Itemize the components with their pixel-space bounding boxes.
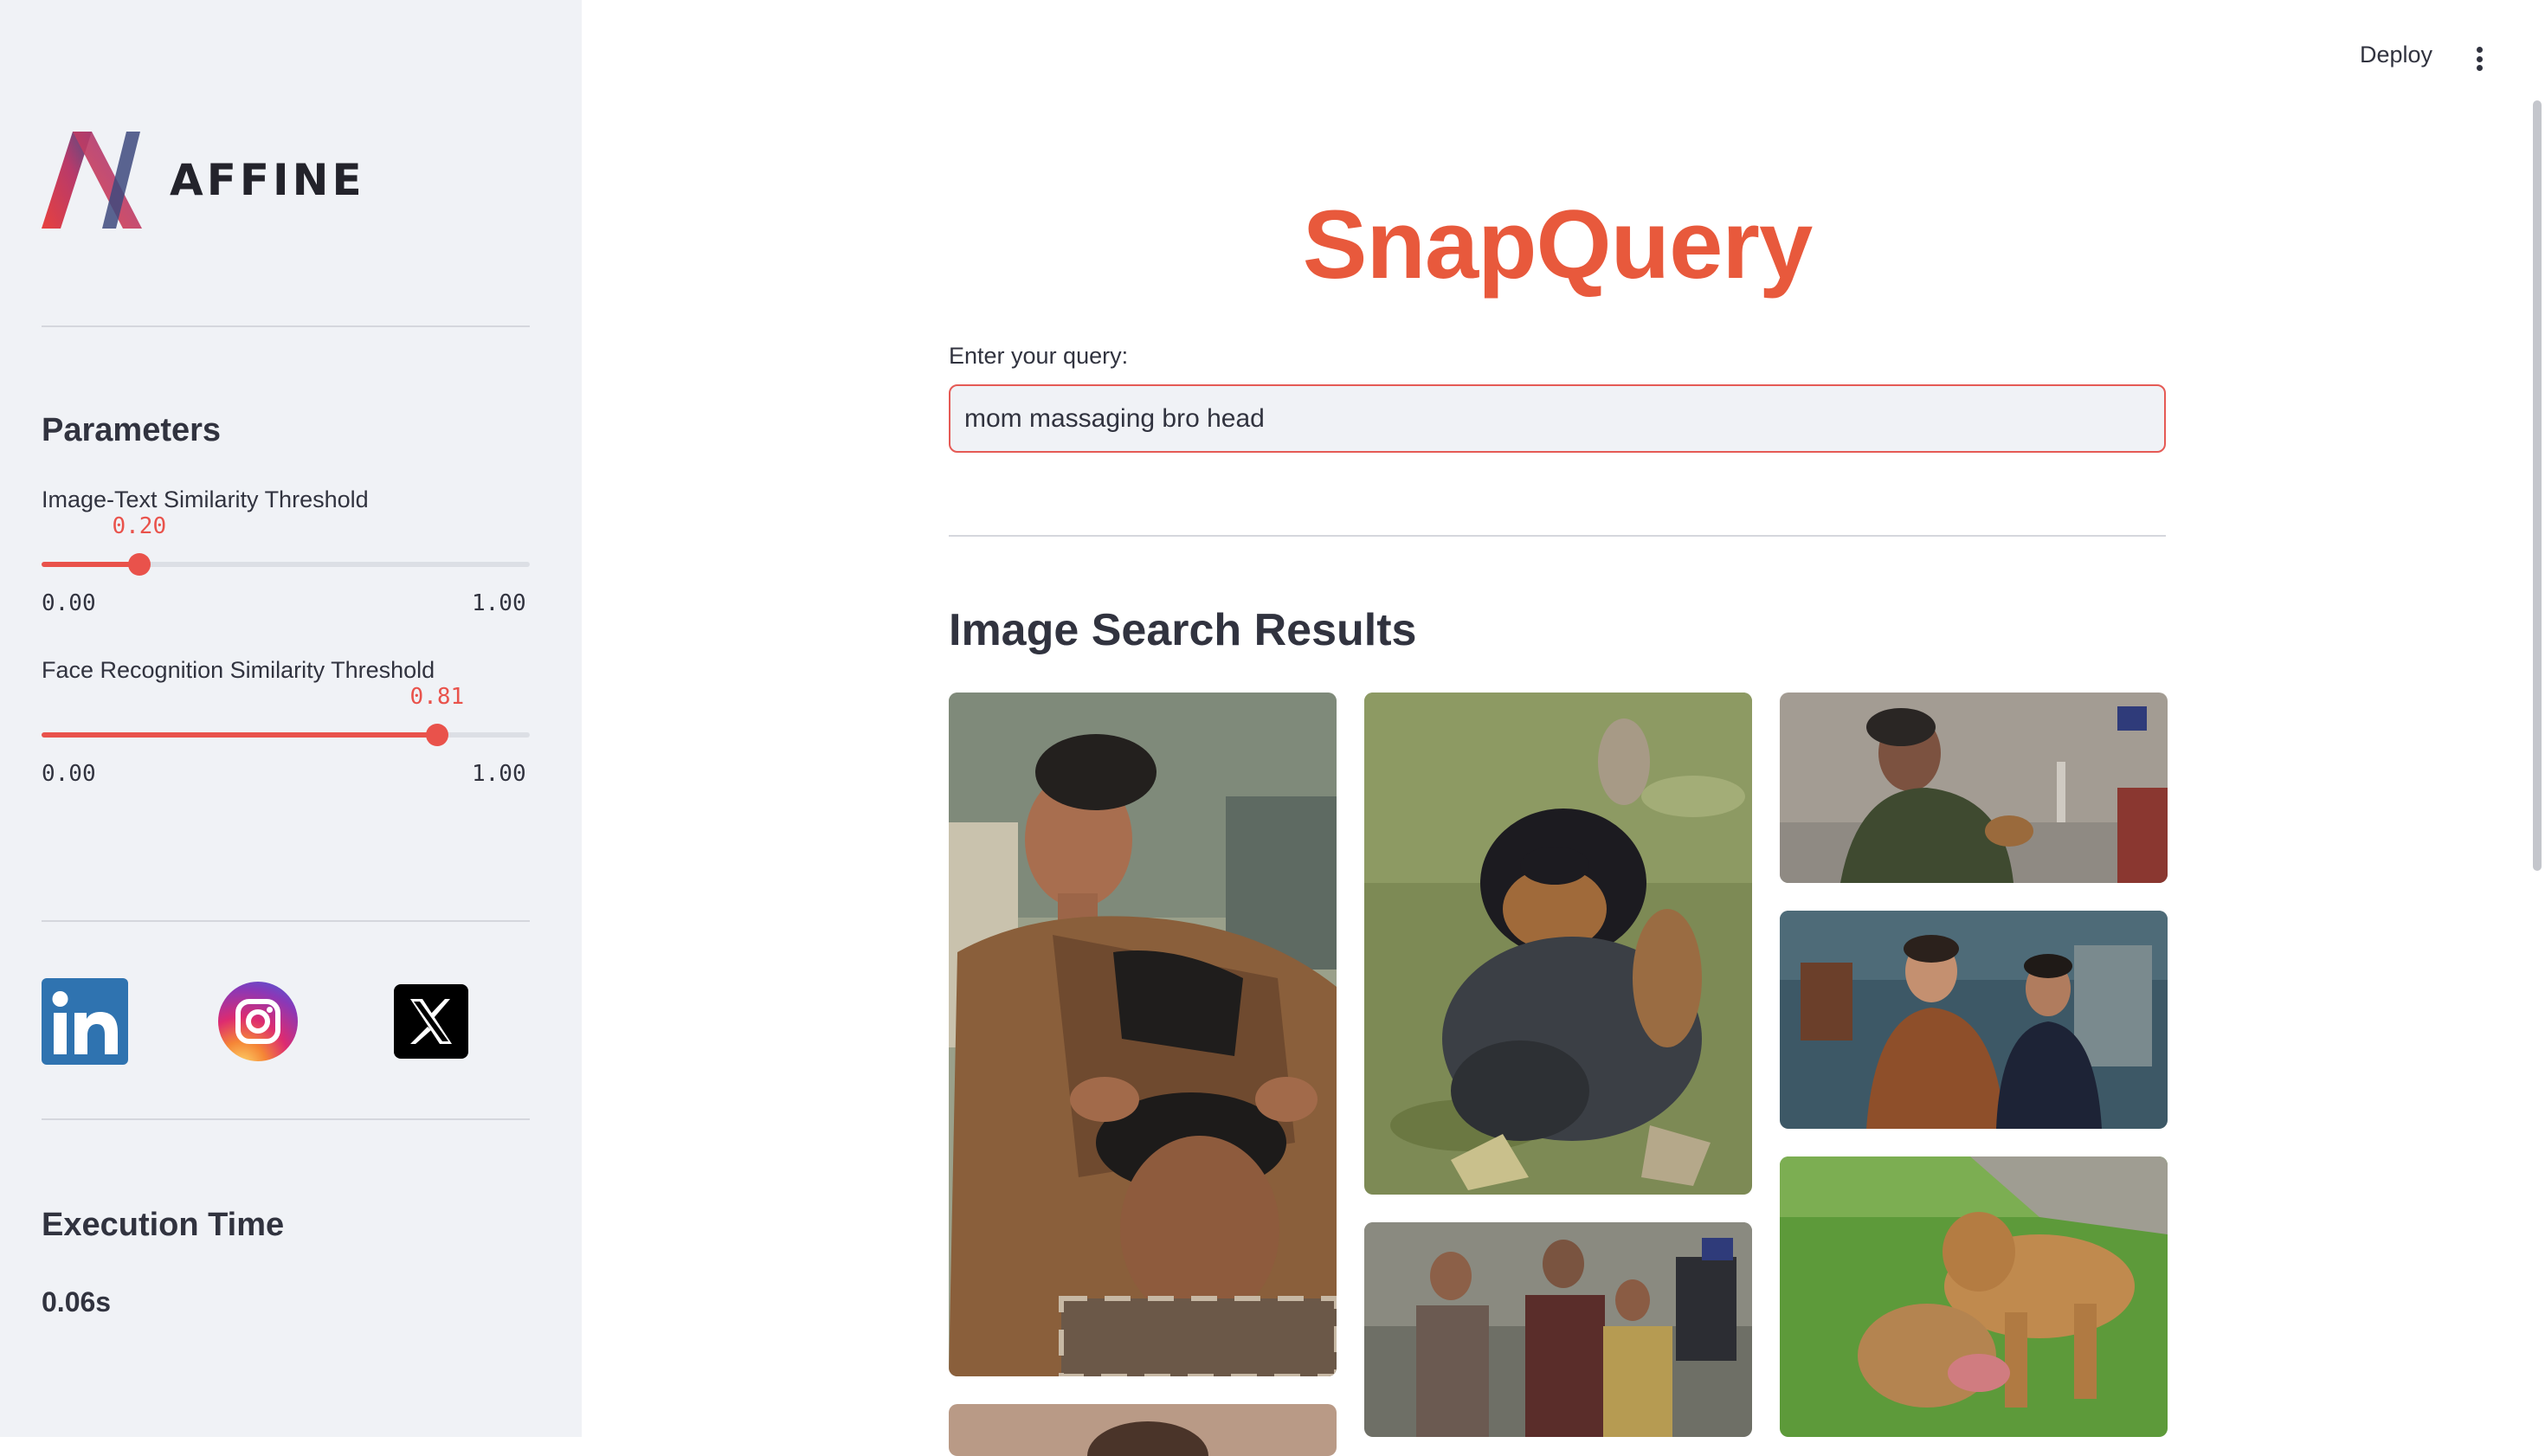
result-image[interactable] [1780,1156,2168,1437]
sidebar-divider [42,325,530,327]
results-heading: Image Search Results [949,605,1417,655]
result-image[interactable] [1364,693,1752,1195]
result-image-woman-kitchen [1780,693,2168,883]
sidebar-divider [42,1118,530,1120]
result-image-dogs-playing [1780,1156,2168,1437]
parameters-heading: Parameters [42,412,222,448]
main-menu-icon[interactable] [2469,42,2490,76]
execution-time-heading: Execution Time [42,1207,285,1243]
affine-logo: AFFINE [42,132,365,229]
main-divider [949,535,2166,537]
query-label: Enter your query: [949,343,1129,369]
result-image[interactable] [1780,911,2168,1129]
slider-value: 0.20 [112,513,167,539]
deploy-button[interactable]: Deploy [2360,42,2432,68]
slider-max-label: 1.00 [472,590,526,616]
x-icon [394,984,468,1059]
sidebar-divider [42,920,530,922]
result-image-partial [949,1404,1337,1456]
sidebar: AFFINE Parameters Image-Text Similarity … [0,0,582,1437]
scrollbar[interactable] [2533,100,2542,871]
result-image[interactable] [1780,693,2168,883]
affine-logo-icon [42,132,142,229]
slider-thumb[interactable] [127,553,151,576]
slider-fill [42,562,139,567]
result-image-three-people [1364,1222,1752,1437]
linkedin-link[interactable] [42,978,128,1065]
result-image-two-men [1780,911,2168,1129]
slider-fill [42,732,437,738]
result-image-puppies-playing [1364,693,1752,1195]
execution-time-value: 0.06s [42,1286,112,1317]
face-recognition-threshold-label: Face Recognition Similarity Threshold [42,657,435,683]
linkedin-icon [42,978,128,1065]
result-image[interactable] [949,1404,1337,1456]
query-input[interactable] [949,384,2166,453]
image-text-threshold-slider[interactable]: 0.20 [42,513,530,576]
slider-value: 0.81 [409,684,465,710]
slider-max-label: 1.00 [472,761,526,787]
slider-min-label: 0.00 [42,590,96,616]
image-text-threshold-label: Image-Text Similarity Threshold [42,486,369,512]
instagram-link[interactable] [215,978,301,1065]
face-recognition-threshold-slider[interactable]: 0.81 [42,684,530,746]
slider-thumb[interactable] [425,724,448,746]
instagram-icon [218,982,298,1061]
result-image[interactable] [1364,1222,1752,1437]
x-link[interactable] [388,978,474,1065]
brand-name: AFFINE [170,155,365,205]
result-image[interactable] [949,693,1337,1376]
result-image-mother-massaging-son [949,693,1337,1376]
slider-min-label: 0.00 [42,761,96,787]
page-title: SnapQuery [1302,190,1814,299]
